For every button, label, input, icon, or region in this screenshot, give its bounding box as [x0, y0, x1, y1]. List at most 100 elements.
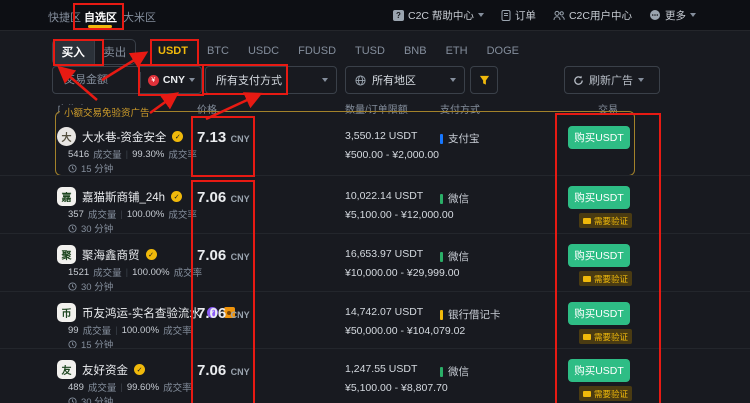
- price: 7.06 CNY: [197, 362, 250, 380]
- coin-tab-usdc[interactable]: USDC: [248, 45, 279, 57]
- merchant-stats: 99成交量 | 100.00%成交率: [68, 323, 192, 337]
- region-dropdown[interactable]: 所有地区: [345, 66, 465, 94]
- coin-tab-eth[interactable]: ETH: [446, 45, 468, 57]
- verification-required-badge: 需要验证: [579, 271, 632, 286]
- merchant-name[interactable]: 嘉猫斯商铺_24h: [82, 189, 165, 205]
- nav-more[interactable]: 更多: [649, 8, 696, 23]
- verified-badge-icon: ✓: [146, 249, 157, 260]
- buy-usdt-button[interactable]: 购买USDT: [568, 244, 630, 267]
- buy-usdt-button[interactable]: 购买USDT: [568, 186, 630, 209]
- verified-badge-icon: ✓: [172, 131, 183, 142]
- coin-tab-fdusd[interactable]: FDUSD: [298, 45, 336, 57]
- help-icon: ?: [393, 10, 404, 21]
- avatar: 聚: [57, 245, 76, 264]
- nav-help-center[interactable]: ? C2C 帮助中心: [393, 8, 484, 23]
- cny-currency-icon: ¥: [148, 75, 159, 86]
- avatar: 大: [57, 127, 76, 146]
- funnel-icon: [479, 75, 490, 86]
- buy-usdt-button[interactable]: 购买USDT: [568, 126, 630, 149]
- merchant-stats: 357成交量 | 100.00%成交率: [68, 207, 197, 221]
- coin-tab-tusd[interactable]: TUSD: [355, 45, 385, 57]
- top-bar: 快捷区 自选区 大米区 ? C2C 帮助中心 订单 C2C用户中心 更多: [0, 0, 750, 31]
- payment-window: 15 分钟: [68, 161, 113, 175]
- refresh-icon: [573, 75, 584, 86]
- id-card-icon: [583, 218, 591, 224]
- payment-method-dropdown[interactable]: 所有支付方式: [205, 66, 337, 94]
- tab-quick-zone[interactable]: 快捷区: [48, 9, 81, 25]
- verification-required-badge: 需要验证: [579, 213, 632, 228]
- payment-color-bar: [440, 252, 443, 262]
- id-card-icon: [583, 334, 591, 340]
- merchant-name[interactable]: 币友鸿运-实名查验流水: [82, 305, 201, 321]
- orders-icon: [501, 10, 511, 21]
- qty-limit: 1,247.55 USDT¥5,100.00 - ¥8,807.70: [345, 363, 448, 394]
- price: 7.13 CNY: [197, 129, 250, 147]
- coin-tab-usdt[interactable]: USDT: [158, 45, 188, 57]
- verification-required-badge: 需要验证: [579, 386, 632, 401]
- coin-tab-bnb[interactable]: BNB: [404, 45, 427, 57]
- top-right-nav: ? C2C 帮助中心 订单 C2C用户中心 更多: [393, 0, 696, 30]
- merchant-stats: 5416成交量 | 99.30%成交率: [68, 147, 197, 161]
- coin-tab-btc[interactable]: BTC: [207, 45, 229, 57]
- chevron-down-icon: [450, 78, 456, 82]
- id-card-icon: [583, 391, 591, 397]
- chevron-down-icon: [478, 13, 484, 17]
- sell-tab[interactable]: 卖出: [95, 40, 136, 64]
- chevron-down-icon: [322, 78, 328, 82]
- advanced-filter-button[interactable]: [470, 66, 498, 94]
- chevron-down-icon: [189, 78, 195, 82]
- payment-method: 支付宝: [440, 131, 480, 146]
- payment-method: 微信: [440, 191, 469, 206]
- merchant-name[interactable]: 聚海鑫商贸: [82, 247, 140, 263]
- refresh-ads-button[interactable]: 刷新广告: [564, 66, 660, 94]
- amount-filter: ¥ CNY: [52, 66, 202, 94]
- tab-favorite-zone[interactable]: 自选区: [84, 9, 117, 25]
- payment-method: 银行借记卡: [440, 307, 501, 322]
- payment-color-bar: [440, 194, 443, 204]
- merchant-stats: 489成交量 | 99.60%成交率: [68, 380, 192, 394]
- buy-usdt-button[interactable]: 购买USDT: [568, 302, 630, 325]
- tab-rice-zone[interactable]: 大米区: [123, 9, 156, 25]
- table-row: 聚 聚海鑫商贸 ✓ 1521成交量 | 100.00%成交率 30 分钟 7.0…: [0, 233, 750, 292]
- currency-selector[interactable]: ¥ CNY: [140, 72, 195, 88]
- buy-tab[interactable]: 买入: [53, 40, 95, 64]
- merchant-name[interactable]: 友好资金: [82, 362, 128, 378]
- clock-icon: [68, 224, 77, 233]
- coin-tab-doge[interactable]: DOGE: [487, 45, 519, 57]
- merchant-stats: 1521成交量 | 100.00%成交率: [68, 265, 202, 279]
- refresh-ads-label: 刷新广告: [589, 72, 633, 88]
- price: 7.06 CNY: [197, 305, 250, 323]
- price: 7.06 CNY: [197, 189, 250, 207]
- clock-icon: [68, 397, 77, 403]
- active-tab-underline: [88, 25, 112, 28]
- clock-icon: [68, 282, 77, 291]
- amount-input[interactable]: [62, 73, 136, 87]
- nav-user-center-label: C2C用户中心: [569, 8, 632, 23]
- payment-window: 30 分钟: [68, 394, 113, 403]
- table-row: 币 币友鸿运-实名查验流水 ✓ 99成交量 | 100.00%成交率 15 分钟…: [0, 291, 750, 349]
- avatar: 嘉: [57, 187, 76, 206]
- nav-more-label: 更多: [665, 8, 686, 23]
- currency-value: CNY: [163, 74, 185, 86]
- qty-limit: 3,550.12 USDT¥500.00 - ¥2,000.00: [345, 130, 439, 161]
- avatar: 友: [57, 360, 76, 379]
- payment-method: 微信: [440, 249, 469, 264]
- buy-sell-toggle: 买入 卖出: [52, 39, 136, 65]
- table-row: 大 大水巷-资金安全 ✓ 5416成交量 | 99.30%成交率 15 分钟 7…: [0, 111, 750, 175]
- buy-usdt-button[interactable]: 购买USDT: [568, 359, 630, 382]
- table-row: 友 友好资金 ✓ 489成交量 | 99.60%成交率 30 分钟 7.06 C…: [0, 348, 750, 403]
- nav-orders[interactable]: 订单: [501, 8, 536, 23]
- users-icon: [553, 10, 565, 21]
- merchant-name[interactable]: 大水巷-资金安全: [82, 129, 166, 145]
- payment-dropdown-value: 所有支付方式: [216, 72, 282, 88]
- payment-color-bar: [440, 134, 443, 144]
- table-row: 嘉 嘉猫斯商铺_24h ✓ 357成交量 | 100.00%成交率 30 分钟 …: [0, 175, 750, 234]
- chevron-down-icon: [690, 13, 696, 17]
- nav-user-center[interactable]: C2C用户中心: [553, 8, 632, 23]
- verification-required-badge: 需要验证: [579, 329, 632, 344]
- region-dropdown-value: 所有地区: [372, 72, 416, 88]
- payment-method: 微信: [440, 364, 469, 379]
- c2c-trading-page: 快捷区 自选区 大米区 ? C2C 帮助中心 订单 C2C用户中心 更多: [0, 0, 750, 403]
- merchant: 聚 聚海鑫商贸 ✓: [57, 245, 157, 264]
- merchant: 友 友好资金 ✓: [57, 360, 145, 379]
